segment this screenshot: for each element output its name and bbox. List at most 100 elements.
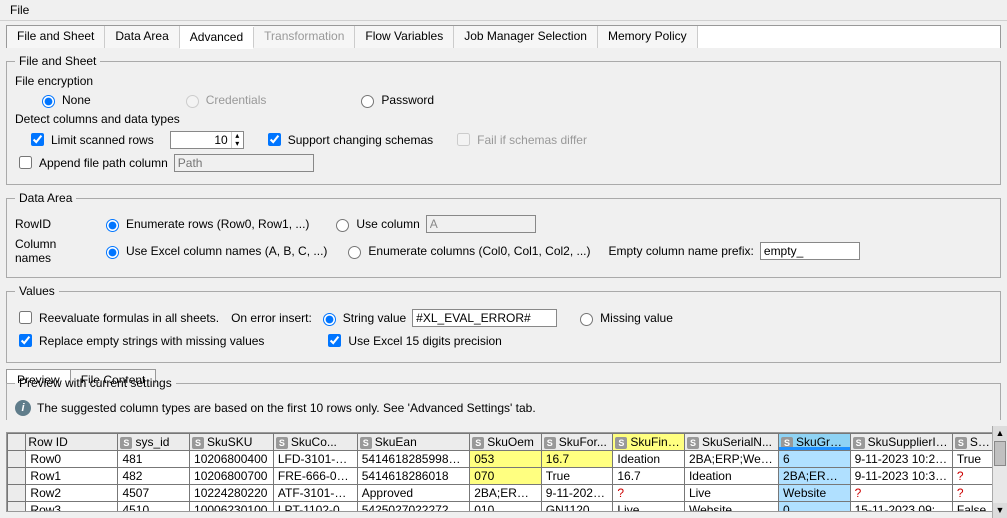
check-append-path[interactable]: Append file path column (15, 153, 168, 172)
radio-use-excel-names-label: Use Excel column names (A, B, C, ...) (126, 244, 327, 258)
preview-table-wrapper: Row IDSsys_idSSkuSKUSSkuCo...SSkuEanSSku… (6, 432, 1001, 512)
limit-scanned-spinner[interactable]: ▴ ▾ (170, 131, 244, 149)
col-header-8[interactable]: SSkuSerialN... (684, 434, 778, 451)
radio-use-column-input[interactable] (336, 219, 349, 232)
menubar: File (0, 0, 1007, 21)
tab-job-manager[interactable]: Job Manager Selection (454, 26, 598, 48)
col-header-5[interactable]: SSkuOem (470, 434, 542, 451)
radio-string-value-label: String value (343, 311, 406, 325)
cell: 9-11-2023 10:31:00 (850, 468, 952, 485)
rowid-cell: Row2 (26, 485, 118, 502)
scroll-down-arrow[interactable]: ▼ (993, 503, 1007, 518)
cell: Approved (357, 485, 469, 502)
cell: 9-11-2023 1... (541, 485, 613, 502)
rowid-cell: Row0 (26, 451, 118, 468)
tab-advanced[interactable]: Advanced (180, 27, 254, 49)
table-row[interactable]: Row2450710224280220ATF-3101-022Approved2… (8, 485, 1000, 502)
radio-use-column-label: Use column (356, 217, 419, 231)
table-row[interactable]: Row3451010006230100LPT-1102-010542502702… (8, 502, 1000, 513)
col-header-10[interactable]: SSkuSupplierIt... (850, 434, 952, 451)
check-support-changing-label: Support changing schemas (288, 133, 433, 147)
row-gutter[interactable] (8, 485, 26, 502)
check-replace-empty[interactable]: Replace empty strings with missing value… (15, 331, 264, 350)
radio-use-column[interactable]: Use column (331, 216, 419, 232)
check-reevaluate-input[interactable] (19, 311, 32, 324)
table-row[interactable]: Row048110206800400LFD-3101-0535414618285… (8, 451, 1000, 468)
check-limit-scanned-input[interactable] (31, 133, 44, 146)
radio-string-value[interactable]: String value (318, 310, 406, 326)
spinner-down[interactable]: ▾ (231, 140, 243, 148)
limit-scanned-input[interactable] (171, 132, 231, 148)
radio-encryption-password[interactable]: Password (356, 92, 434, 108)
append-path-field (174, 154, 314, 172)
cell: ? (613, 485, 685, 502)
col-header-4[interactable]: SSkuEan (357, 434, 469, 451)
row-gutter[interactable] (8, 502, 26, 513)
vertical-scrollbar[interactable]: ▲ ▼ (992, 426, 1007, 518)
label-empty-prefix: Empty column name prefix: (609, 244, 754, 258)
radio-missing-value-input[interactable] (580, 313, 593, 326)
col-header-7[interactable]: SSkuFini... (613, 434, 685, 451)
col-header-0[interactable]: Row ID (26, 434, 118, 451)
check-support-changing[interactable]: Support changing schemas (264, 130, 433, 149)
check-append-path-input[interactable] (19, 156, 32, 169)
cell: FRE-666-02... (273, 468, 357, 485)
menu-file[interactable]: File (6, 2, 33, 18)
cell: 070 (470, 468, 542, 485)
radio-missing-value[interactable]: Missing value (575, 310, 673, 326)
check-reevaluate[interactable]: Reevaluate formulas in all sheets. (15, 308, 219, 327)
string-value-field[interactable] (412, 309, 557, 327)
cell: 5414618286018 (357, 468, 469, 485)
tab-memory-policy[interactable]: Memory Policy (598, 26, 698, 48)
fieldset-data-area: Data Area RowID Enumerate rows (Row0, Ro… (6, 191, 1001, 278)
check-support-changing-input[interactable] (268, 133, 281, 146)
scroll-thumb[interactable] (994, 441, 1006, 466)
check-append-path-label: Append file path column (39, 156, 168, 170)
cell: Website (779, 485, 851, 502)
table-row[interactable]: Row148210206800700FRE-666-02...541461828… (8, 468, 1000, 485)
col-header-1[interactable]: Ssys_id (118, 434, 190, 451)
label-on-error: On error insert: (231, 311, 312, 325)
radio-use-excel-names-input[interactable] (106, 246, 119, 259)
scroll-track[interactable] (993, 441, 1007, 503)
radio-encryption-credentials[interactable]: Credentials (181, 92, 267, 108)
radio-enumerate-rows[interactable]: Enumerate rows (Row0, Row1, ...) (101, 216, 309, 232)
check-replace-empty-input[interactable] (19, 334, 32, 347)
legend-values: Values (15, 284, 59, 298)
radio-use-excel-names[interactable]: Use Excel column names (A, B, C, ...) (101, 243, 327, 259)
radio-enumerate-columns[interactable]: Enumerate columns (Col0, Col1, Col2, ...… (343, 243, 590, 259)
row-gutter[interactable] (8, 451, 26, 468)
col-header-3[interactable]: SSkuCo... (273, 434, 357, 451)
cell: 053 (470, 451, 542, 468)
type-badge-icon: S (781, 437, 793, 449)
preview-table: Row IDSsys_idSSkuSKUSSkuCo...SSkuEanSSku… (7, 433, 1000, 512)
cell: Live (684, 485, 778, 502)
check-use-15-digits-input[interactable] (328, 334, 341, 347)
type-badge-icon: S (360, 437, 372, 449)
col-header-2[interactable]: SSkuSKU (190, 434, 274, 451)
check-limit-scanned[interactable]: Limit scanned rows (27, 130, 154, 149)
radio-encryption-none-input[interactable] (42, 95, 55, 108)
type-badge-icon: S (192, 437, 204, 449)
radio-encryption-none[interactable]: None (37, 92, 91, 108)
cell: ATF-3101-022 (273, 485, 357, 502)
tab-flow-variables[interactable]: Flow Variables (355, 26, 454, 48)
radio-encryption-password-input[interactable] (361, 95, 374, 108)
scroll-up-arrow[interactable]: ▲ (993, 426, 1007, 441)
empty-prefix-field[interactable] (760, 242, 860, 260)
radio-enumerate-rows-input[interactable] (106, 219, 119, 232)
row-gutter[interactable] (8, 468, 26, 485)
col-header-6[interactable]: SSkuFor... (541, 434, 613, 451)
col-header-9[interactable]: SSkuGro... (779, 434, 851, 451)
check-use-15-digits[interactable]: Use Excel 15 digits precision (324, 331, 501, 350)
tab-file-and-sheet[interactable]: File and Sheet (7, 26, 105, 48)
check-limit-scanned-label: Limit scanned rows (51, 133, 154, 147)
legend-preview: Preview with current settings (15, 376, 176, 390)
main-tabs: File and SheetData AreaAdvancedTransform… (6, 25, 1001, 48)
cell: 4507 (118, 485, 190, 502)
radio-enumerate-columns-input[interactable] (348, 246, 361, 259)
tab-data-area[interactable]: Data Area (105, 26, 179, 48)
cell: 16.7 (613, 468, 685, 485)
radio-string-value-input[interactable] (323, 313, 336, 326)
use-column-field (426, 215, 536, 233)
